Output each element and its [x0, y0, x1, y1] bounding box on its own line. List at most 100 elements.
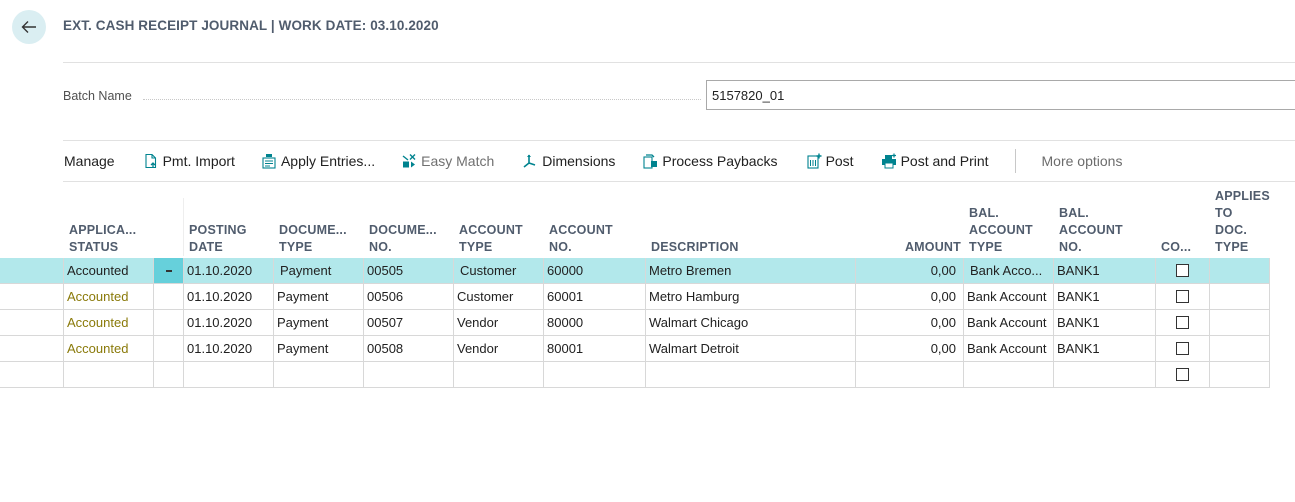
more-options-button[interactable]: More options	[1042, 153, 1123, 169]
cell-account-type[interactable]: Customer	[453, 258, 543, 284]
cell-doc-type[interactable]: Payment	[273, 310, 363, 336]
column-header-doc-type[interactable]: DOCUME... TYPE	[279, 198, 361, 256]
cell-doc-type[interactable]: Payment	[273, 336, 363, 362]
cell-amount[interactable]: 0,00	[855, 310, 963, 336]
column-header-amount[interactable]: AMOUNT	[861, 198, 961, 256]
cell-status[interactable]: Accounted	[63, 284, 153, 310]
cell-doc-no[interactable]: 00505	[363, 258, 453, 284]
action-bar: Manage Pmt. Import Apply Entries... Easy…	[64, 141, 1122, 181]
cell-doc-type[interactable]	[273, 362, 363, 388]
correction-checkbox[interactable]	[1176, 368, 1189, 381]
cell-status[interactable]: Accounted	[63, 336, 153, 362]
manage-menu[interactable]: Manage	[64, 153, 115, 169]
cell-status[interactable]: Accounted	[63, 258, 153, 284]
easy-match-label: Easy Match	[421, 153, 495, 169]
cell-account-no[interactable]: 80001	[543, 336, 645, 362]
easy-match-button[interactable]: Easy Match	[401, 153, 494, 169]
cell-bal-account-type[interactable]: Bank Account	[963, 284, 1053, 310]
column-header-applies-to-doc-type[interactable]: APPLIES TO DOC. TYPE	[1215, 189, 1270, 256]
row-actions-menu-button[interactable]	[154, 258, 183, 283]
table-row[interactable]: Accounted 01.10.2020 Payment 00506 Customer 6…	[0, 284, 1270, 310]
cell-bal-account-no[interactable]: BANK1	[1053, 284, 1155, 310]
dimensions-button[interactable]: Dimensions	[522, 153, 615, 169]
column-header-text: NO.	[1059, 240, 1082, 254]
cell-posting-date[interactable]: 01.10.2020	[183, 258, 273, 284]
cell-doc-type[interactable]: Payment	[273, 284, 363, 310]
correction-checkbox[interactable]	[1176, 342, 1189, 355]
column-header-text: NO.	[549, 240, 572, 254]
cell-applies-to-doc-type[interactable]	[1209, 284, 1269, 310]
cell-bal-account-type[interactable]: Bank Account	[963, 336, 1053, 362]
apply-entries-button[interactable]: Apply Entries...	[261, 153, 375, 169]
cell-bal-account-type[interactable]	[963, 362, 1053, 388]
correction-checkbox[interactable]	[1176, 290, 1189, 303]
pmt-import-button[interactable]: Pmt. Import	[143, 153, 235, 169]
column-header-correction[interactable]: CO...	[1161, 198, 1207, 256]
column-header-status[interactable]: APPLICA... STATUS	[69, 198, 151, 256]
cell-bal-account-type[interactable]: Bank Acco...	[963, 258, 1053, 284]
cell-description[interactable]: Metro Hamburg	[645, 284, 855, 310]
process-paybacks-label: Process Paybacks	[662, 153, 778, 169]
cell-account-type[interactable]	[453, 362, 543, 388]
cell-posting-date[interactable]: 01.10.2020	[183, 284, 273, 310]
back-button[interactable]	[12, 10, 46, 44]
divider	[63, 181, 1295, 182]
cell-applies-to-doc-type[interactable]	[1209, 362, 1269, 388]
cell-account-no[interactable]	[543, 362, 645, 388]
row-right-border	[1269, 336, 1270, 362]
cell-posting-date[interactable]: 01.10.2020	[183, 310, 273, 336]
cell-amount[interactable]: 0,00	[855, 284, 963, 310]
cell-account-no[interactable]: 80000	[543, 310, 645, 336]
cell-doc-no[interactable]: 00508	[363, 336, 453, 362]
column-header-bal-account-no[interactable]: BAL. ACCOUNT NO.	[1059, 198, 1153, 256]
correction-checkbox[interactable]	[1176, 316, 1189, 329]
batch-name-input[interactable]	[706, 80, 1295, 110]
column-header-doc-no[interactable]: DOCUME... NO.	[369, 198, 451, 256]
action-separator	[1014, 149, 1016, 173]
post-button[interactable]: Post	[806, 153, 854, 169]
cell-status[interactable]: Accounted	[63, 310, 153, 336]
cell-bal-account-no[interactable]: BANK1	[1053, 258, 1155, 284]
cell-account-no[interactable]: 60001	[543, 284, 645, 310]
table-row[interactable]: Accounted 01.10.2020 Payment 00507 Vendor 800…	[0, 310, 1270, 336]
cell-description[interactable]: Walmart Chicago	[645, 310, 855, 336]
cell-amount[interactable]: 0,00	[855, 258, 963, 284]
cell-bal-account-no[interactable]	[1053, 362, 1155, 388]
column-header-account-type[interactable]: ACCOUNT TYPE	[459, 198, 541, 256]
cell-bal-account-type[interactable]: Bank Account	[963, 310, 1053, 336]
cell-account-no[interactable]: 60000	[543, 258, 645, 284]
process-paybacks-icon	[642, 153, 658, 169]
cell-bal-account-no[interactable]: BANK1	[1053, 336, 1155, 362]
cell-posting-date[interactable]: 01.10.2020	[183, 336, 273, 362]
cell-doc-no[interactable]: 00506	[363, 284, 453, 310]
process-paybacks-button[interactable]: Process Paybacks	[642, 153, 778, 169]
correction-checkbox[interactable]	[1176, 264, 1189, 277]
post-and-print-button[interactable]: Post and Print	[881, 153, 989, 169]
cell-account-type[interactable]: Vendor	[453, 310, 543, 336]
cell-description[interactable]: Walmart Detroit	[645, 336, 855, 362]
cell-account-type[interactable]: Vendor	[453, 336, 543, 362]
cell-account-type[interactable]: Customer	[453, 284, 543, 310]
table-row[interactable]	[0, 362, 1270, 388]
cell-description[interactable]	[645, 362, 855, 388]
cell-doc-no[interactable]	[363, 362, 453, 388]
cell-amount[interactable]	[855, 362, 963, 388]
column-header-description[interactable]: DESCRIPTION	[651, 198, 853, 256]
cell-doc-type[interactable]: Payment	[273, 258, 363, 284]
cell-bal-account-no[interactable]: BANK1	[1053, 310, 1155, 336]
cell-applies-to-doc-type[interactable]	[1209, 310, 1269, 336]
cell-doc-no[interactable]: 00507	[363, 310, 453, 336]
cell-description[interactable]: Metro Bremen	[645, 258, 855, 284]
column-header-bal-account-type[interactable]: BAL. ACCOUNT TYPE	[969, 198, 1051, 256]
table-row[interactable]: Accounted 01.10.2020 Payment 00505 Customer 6…	[0, 258, 1270, 284]
cell-status[interactable]	[63, 362, 153, 388]
divider	[63, 62, 1295, 63]
cell-amount[interactable]: 0,00	[855, 336, 963, 362]
cell-applies-to-doc-type[interactable]	[1209, 336, 1269, 362]
column-header-account-no[interactable]: ACCOUNT NO.	[549, 198, 643, 256]
cell-applies-to-doc-type[interactable]	[1209, 258, 1269, 284]
column-header-text: TYPE	[459, 240, 493, 254]
cell-posting-date[interactable]	[183, 362, 273, 388]
column-header-posting-date[interactable]: POSTING DATE	[189, 198, 271, 256]
table-row[interactable]: Accounted 01.10.2020 Payment 00508 Vendor 800…	[0, 336, 1270, 362]
